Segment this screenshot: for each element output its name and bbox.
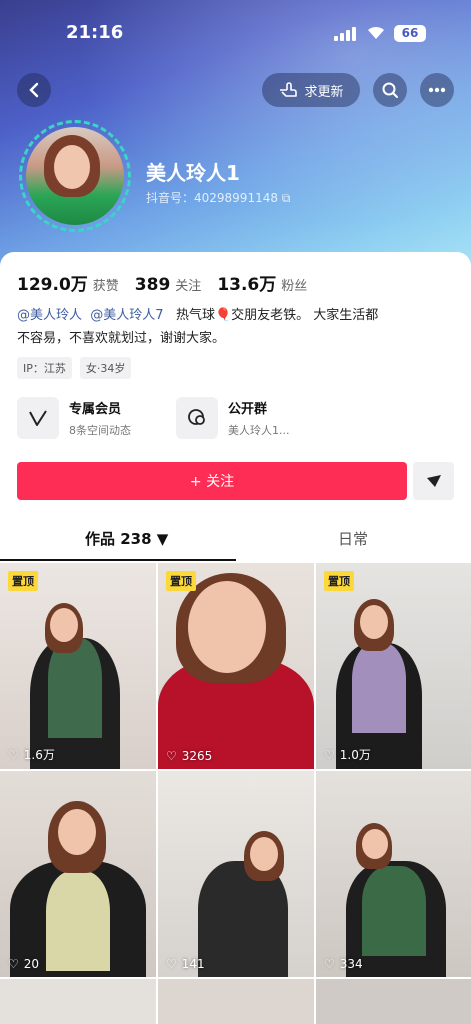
more-dots-icon	[428, 87, 446, 93]
active-tab-indicator	[0, 559, 236, 561]
heart-icon: ♡	[166, 749, 177, 763]
video-tile[interactable]	[0, 979, 156, 1024]
hand-point-icon	[280, 82, 298, 97]
heart-icon: ♡	[324, 747, 335, 762]
profile-card: 129.0万 获赞 389 关注 13.6万 粉丝 @美人玲人 @美人玲人7 热气球🎈…	[0, 252, 471, 1024]
douyin-id[interactable]: 抖音号：40298991148 ⧉	[146, 189, 290, 206]
bio-text-1: 热气球🎈交朋友老铁。 大家生活都	[175, 308, 379, 323]
pinned-badge: 置顶	[8, 571, 38, 591]
search-button[interactable]	[373, 73, 407, 107]
bio-mention-1[interactable]: @美人玲人	[17, 308, 82, 323]
avatar[interactable]	[19, 120, 131, 232]
status-bar: 21:16 66	[0, 22, 471, 48]
more-options-button[interactable]	[420, 73, 454, 107]
membership-title: 专属会员	[69, 402, 122, 417]
public-group-title: 公开群	[228, 402, 268, 417]
bio-text-2: 不容易，不喜欢就划过，谢谢大家。	[17, 331, 226, 346]
triangle-down-icon	[426, 475, 441, 487]
wifi-icon	[366, 24, 386, 44]
stat-following[interactable]: 389 关注	[135, 275, 202, 295]
stats-row: 129.0万 获赞 389 关注 13.6万 粉丝	[17, 270, 307, 295]
like-count: ♡ 141	[166, 957, 205, 971]
membership-subtitle: 8条空间动态	[69, 424, 131, 437]
video-tile[interactable]: 置顶 ♡ 1.6万	[0, 563, 156, 769]
tag-gender-age: 女·34岁	[79, 357, 132, 379]
heart-icon: ♡	[324, 957, 335, 971]
video-tile[interactable]	[158, 979, 314, 1024]
avatar-photo	[26, 127, 124, 225]
heart-icon: ♡	[8, 957, 19, 971]
battery-icon: 66	[394, 25, 426, 42]
like-count: ♡ 1.6万	[8, 747, 55, 763]
membership-icon	[17, 397, 59, 439]
like-count: ♡ 3265	[166, 749, 213, 763]
signal-icon	[334, 27, 358, 41]
tab-works[interactable]: 作品 238 ▼	[85, 528, 168, 549]
status-time: 21:16	[66, 22, 124, 43]
search-icon	[382, 82, 398, 98]
copy-icon[interactable]: ⧉	[282, 191, 291, 205]
video-tile[interactable]: ♡ 20	[0, 771, 156, 977]
back-button[interactable]	[17, 73, 51, 107]
profile-name: 美人玲人1	[146, 161, 240, 185]
chevron-left-icon	[29, 82, 39, 98]
expand-recommend-button[interactable]	[413, 462, 454, 500]
video-tile[interactable]: ♡ 141	[158, 771, 314, 977]
like-count: ♡ 334	[324, 957, 363, 971]
video-tile[interactable]: ♡ 334	[316, 771, 471, 977]
stat-likes: 129.0万 获赞	[17, 275, 119, 295]
like-count: ♡ 1.0万	[324, 747, 371, 763]
public-group-entry[interactable]: 公开群美人玲人1...	[176, 397, 290, 439]
bio: @美人玲人 @美人玲人7 热气球🎈交朋友老铁。 大家生活都 不容易，不喜欢就划过…	[17, 304, 457, 350]
tab-daily[interactable]: 日常	[338, 528, 368, 549]
public-group-subtitle: 美人玲人1...	[228, 424, 290, 437]
like-count: ♡ 20	[8, 957, 40, 971]
request-update-button[interactable]: 求更新	[262, 73, 360, 107]
bio-mention-2[interactable]: @美人玲人7	[90, 308, 163, 323]
membership-entry[interactable]: 专属会员 8条空间动态	[17, 397, 131, 439]
stat-followers[interactable]: 13.6万 粉丝	[217, 270, 307, 295]
profile-page: 21:16 66 求更新 美人玲人1 抖音号：40298991148 ⧉ 129…	[0, 0, 471, 1024]
heart-icon: ♡	[8, 747, 19, 762]
video-tile[interactable]: 置顶 ♡ 3265	[158, 563, 314, 769]
follow-button[interactable]: + 关注	[17, 462, 407, 500]
pinned-badge: 置顶	[166, 571, 196, 591]
pinned-badge: 置顶	[324, 571, 354, 591]
profile-tags: IP：江苏 女·34岁	[17, 357, 132, 379]
tag-ip: IP：江苏	[17, 357, 72, 379]
video-tile[interactable]: 置顶 ♡ 1.0万	[316, 563, 471, 769]
douyin-id-text: 抖音号：40298991148	[146, 191, 278, 205]
heart-icon: ♡	[166, 957, 177, 971]
content-tabs: 作品 238 ▼ 日常	[0, 528, 471, 562]
dropdown-caret-icon: ▼	[156, 530, 169, 548]
group-chat-icon	[176, 397, 218, 439]
request-update-label: 求更新	[304, 84, 344, 100]
video-tile[interactable]	[316, 979, 471, 1024]
